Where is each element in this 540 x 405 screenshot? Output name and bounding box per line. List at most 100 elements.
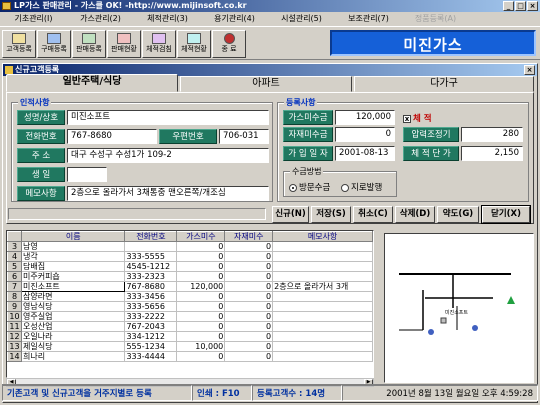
map-button[interactable]: 약도(G) — [437, 206, 479, 223]
cell-phone: 333-5656 — [124, 301, 178, 312]
row-number: 9 — [7, 301, 22, 312]
cell-material-due: 0 — [224, 271, 274, 282]
menu-basic[interactable]: 기초관리(I) — [0, 12, 67, 26]
cell-name: 냉각 — [20, 251, 126, 262]
birthday-field[interactable] — [67, 167, 107, 182]
cell-gas-due: 0 — [176, 311, 226, 322]
customer-register-button[interactable]: 고객등록 — [2, 30, 36, 58]
report-icon — [117, 33, 131, 44]
col-gas-due[interactable]: 가스미수 — [176, 231, 226, 242]
cell-phone: 767-8680 — [124, 281, 178, 292]
row-number: 7 — [7, 281, 22, 292]
menu-facility[interactable]: 시설관리(5) — [268, 12, 335, 26]
new-button[interactable]: 신규(N) — [272, 206, 309, 223]
customer-grid[interactable]: 이름 전화번호 가스미수 자재미수 메모사항 3 남영 0 0 4 냉각 333-5555 0… — [6, 230, 374, 378]
address-field[interactable]: 대구 수성구 수성1가 109-2 — [67, 148, 269, 163]
name-field[interactable]: 미진소프트 — [67, 110, 269, 125]
col-material-due[interactable]: 자재미수 — [224, 231, 274, 242]
zip-field[interactable]: 706-031 — [219, 129, 269, 144]
toolbar-label: 체적검침 — [146, 45, 172, 53]
meter-icon — [152, 33, 166, 44]
table-row[interactable]: 7 미진소프트 767-8680 120,000 0 2층으로 올라가서 3개 — [7, 281, 373, 292]
cell-material-due: 0 — [224, 281, 274, 292]
cell-name: 남영 — [20, 241, 126, 252]
cell-phone: 4545-1212 — [124, 261, 178, 272]
tab-multiplex[interactable]: 다가구 — [354, 76, 534, 92]
menu-container[interactable]: 용기관리(4) — [201, 12, 268, 26]
phone-field[interactable]: 767-8680 — [67, 129, 157, 144]
close-button[interactable]: 닫기(X) — [481, 205, 531, 224]
cell-memo — [272, 271, 373, 282]
row-number: 11 — [7, 321, 22, 332]
cell-material-due: 0 — [224, 331, 274, 342]
table-row[interactable]: 4 냉각 333-5555 0 0 — [7, 251, 373, 262]
table-row[interactable]: 6 미주커피숍 333-2323 0 0 — [7, 271, 373, 282]
cell-gas-due: 0 — [176, 301, 226, 312]
col-memo[interactable]: 메모사항 — [272, 231, 373, 242]
minimize-button[interactable]: _ — [503, 1, 514, 11]
cell-phone: 333-2323 — [124, 271, 178, 282]
cell-material-due: 0 — [224, 321, 274, 332]
table-row[interactable]: 10 영주실업 333-2222 0 0 — [7, 311, 373, 322]
app-icon — [2, 2, 11, 10]
unit-price-field[interactable]: 2,150 — [461, 146, 523, 161]
sales-status-button[interactable]: 판매현황 — [107, 30, 141, 58]
volume-checkbox[interactable]: x체 적 — [403, 112, 432, 124]
radio-selected-icon — [289, 183, 297, 192]
menu-auxiliary[interactable]: 보조관리(7) — [335, 12, 402, 26]
cell-gas-due: 0 — [176, 241, 226, 252]
maximize-button[interactable]: □ — [515, 1, 526, 11]
table-row[interactable]: 5 담배집 4545-1212 0 0 — [7, 261, 373, 272]
purchase-icon — [47, 33, 61, 44]
col-name[interactable]: 이름 — [20, 231, 126, 242]
table-row[interactable]: 12 오일나라 334-1212 0 0 — [7, 331, 373, 342]
delete-button[interactable]: 삭제(D) — [395, 206, 435, 223]
cell-phone: 555-1234 — [124, 341, 178, 352]
pressure-field[interactable]: 280 — [461, 127, 523, 142]
form-close-button[interactable]: × — [524, 65, 535, 75]
cell-phone: 767-2043 — [124, 321, 178, 332]
radio-giro[interactable]: 지로발행 — [341, 181, 382, 193]
menu-gas[interactable]: 가스관리(2) — [67, 12, 134, 26]
cell-gas-due: 120,000 — [176, 281, 226, 292]
toolbar-label: 체적현황 — [181, 45, 207, 53]
map-drawing: 미진소프트 — [399, 273, 515, 335]
toolbar-label: 판매현황 — [111, 45, 137, 53]
memo-field[interactable]: 2층으로 올라가서 3채통중 맨오른쪽/개조심 — [67, 186, 269, 201]
cell-name: 오성산업 — [20, 321, 126, 332]
cell-material-due: 0 — [224, 341, 274, 352]
material-deposit-field[interactable]: 0 — [335, 127, 395, 142]
cell-name: 담배집 — [20, 261, 126, 272]
cell-name: 영남식당 — [20, 301, 126, 312]
close-window-button[interactable]: × — [527, 1, 538, 11]
cell-gas-due: 0 — [176, 251, 226, 262]
status-print: 인쇄 : F10 — [192, 385, 252, 401]
gas-deposit-field[interactable]: 120,000 — [335, 110, 395, 125]
map-label: 미진소프트 — [445, 309, 468, 316]
cancel-button[interactable]: 취소(C) — [353, 206, 393, 223]
tab-apartment[interactable]: 아파트 — [180, 76, 352, 92]
radio-visit[interactable]: 방문수금 — [289, 181, 330, 193]
menu-volume[interactable]: 체적관리(3) — [134, 12, 201, 26]
customer-icon — [12, 33, 26, 44]
table-row[interactable]: 11 오성산업 767-2043 0 0 — [7, 321, 373, 332]
table-row[interactable]: 13 제일식당 555-1234 10,000 0 — [7, 341, 373, 352]
table-row[interactable]: 9 영남식당 333-5656 0 0 — [7, 301, 373, 312]
table-row[interactable]: 8 삼양라면 333-3456 0 0 — [7, 291, 373, 302]
sales-register-button[interactable]: 판매등록 — [72, 30, 106, 58]
cell-name: 영주실업 — [20, 311, 126, 322]
purchase-register-button[interactable]: 구매등록 — [37, 30, 71, 58]
tab-house[interactable]: 일반주택/식당 — [6, 74, 178, 92]
save-button[interactable]: 저장(S) — [311, 206, 351, 223]
cell-gas-due: 0 — [176, 351, 226, 362]
exit-button[interactable]: 종 료 — [212, 30, 246, 58]
join-date-field[interactable]: 2001-08-13 — [335, 146, 395, 161]
table-row[interactable]: 3 남영 0 0 — [7, 241, 373, 252]
meter-reading-button[interactable]: 체적검침 — [142, 30, 176, 58]
table-row[interactable]: 14 희나리 333-4444 0 0 — [7, 351, 373, 362]
car-icon — [428, 329, 434, 335]
cell-name: 미진소프트 — [20, 281, 126, 292]
col-phone[interactable]: 전화번호 — [124, 231, 178, 242]
cell-material-due: 0 — [224, 261, 274, 272]
volume-status-button[interactable]: 체적현황 — [177, 30, 211, 58]
